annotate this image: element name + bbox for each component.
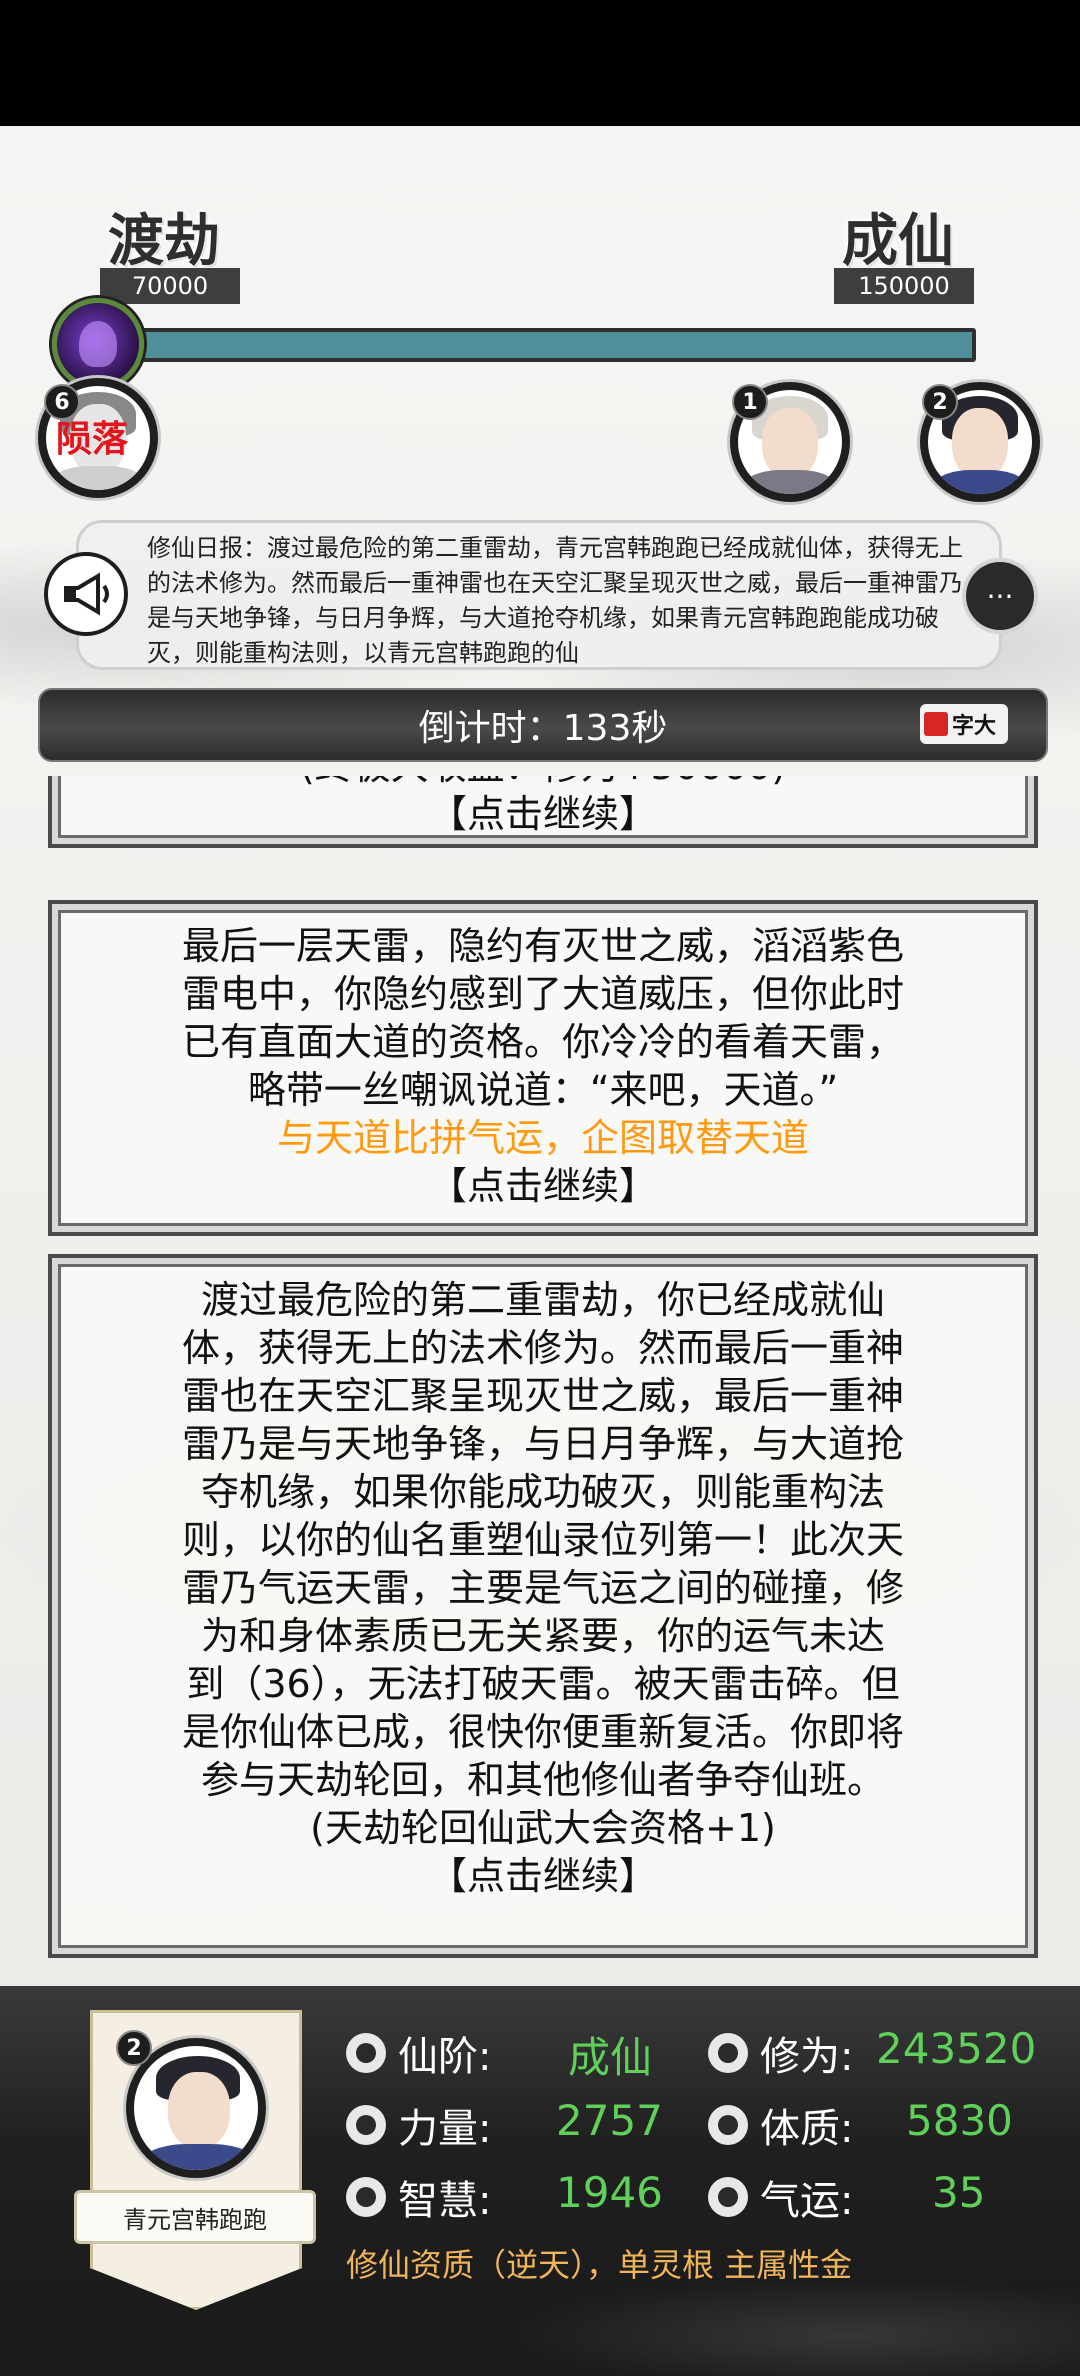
countdown-label: 倒计时：133秒 (418, 708, 668, 749)
fist-icon (346, 2105, 386, 2145)
countdown-bar: 倒计时：133秒 (38, 688, 1048, 762)
card-line: 体，获得无上的法术修为。然而最后一重神 (181, 1326, 904, 1370)
stat-physique-label: 体质: (760, 2106, 854, 2152)
card-line: 为和身体素质已无关紧要，你的运气未达 (200, 1614, 885, 1658)
stat-luck-value: 35 (932, 2168, 986, 2217)
font-size-toggle[interactable]: 字大 (920, 704, 1008, 744)
stat-physique: 体质: (708, 2096, 853, 2154)
stat-physique-value: 5830 (906, 2096, 1013, 2145)
aptitude-text: 修仙资质（逆天），单灵根 主属性金 (346, 2246, 853, 2284)
stat-realm-label: 仙阶: (398, 2034, 492, 2080)
stat-wisdom-value: 1946 (556, 2168, 663, 2217)
continue-link[interactable]: 【点击继续】 (88, 1162, 998, 1210)
card-line: 雷也在天空汇聚呈现灭世之威，最后一重神 (181, 1374, 904, 1418)
body-icon (708, 2105, 748, 2145)
card-line: 雷乃是与天地争锋，与日月争辉，与大道抢 (181, 1422, 904, 1466)
card-highlight-line: 与天道比拼气运，企图取替天道 (276, 1116, 809, 1160)
card-line: (终极大收益：修为+50000) (88, 776, 998, 790)
card-line: 到（36），无法打破天雷。被天雷击碎。但 (186, 1662, 900, 1706)
cultivation-news-box: 修仙日报：渡过最危险的第二重雷劫，青元宫韩跑跑已经成就仙体，获得无上的法术修为。… (76, 520, 1002, 670)
stat-luck-label: 气运: (760, 2178, 854, 2224)
stat-cultivation-label: 修为: (760, 2034, 854, 2080)
clover-icon (708, 2177, 748, 2217)
stat-strength: 力量: (346, 2096, 491, 2154)
stat-strength-label: 力量: (398, 2106, 492, 2152)
card-line: 参与天劫轮回，和其他修仙者争夺仙班。 (200, 1758, 885, 1802)
card-line: 雷电中，你隐约感到了大道威压，但你此时 (181, 972, 904, 1016)
stat-realm: 仙阶: (346, 2024, 491, 2082)
card-line: 则，以你的仙名重塑仙录位列第一！此次天 (181, 1518, 904, 1562)
event-card[interactable]: (终极大收益：修为+50000) 【点击继续】 (48, 776, 1038, 848)
status-bar (0, 0, 1080, 126)
stat-wisdom-label: 智慧: (398, 2178, 492, 2224)
event-log-scroll[interactable]: (终极大收益：修为+50000) 【点击继续】 最后一层天雷，隐约有灭世之威，滔… (38, 776, 1048, 1976)
continue-link[interactable]: 【点击继续】 (88, 1852, 998, 1900)
rank-badge-1: 1 (732, 384, 768, 420)
card-line: 是你仙体已成，很快你便重新复活。你即将 (181, 1710, 904, 1754)
font-toggle-label: 字大 (952, 714, 997, 739)
card-line: 已有直面大道的资格。你冷冷的看着天雷， (181, 1020, 904, 1064)
stage-left-value: 70000 (100, 268, 240, 304)
hand-icon (346, 2177, 386, 2217)
event-card[interactable]: 最后一层天雷，隐约有灭世之威，滔滔紫色 雷电中，你隐约感到了大道威压，但你此时 … (48, 900, 1038, 1236)
continue-link[interactable]: 【点击继续】 (88, 790, 998, 838)
stat-realm-value: 成仙 (568, 2033, 653, 2082)
card-line: (天劫轮回仙武大会资格+1) (310, 1806, 776, 1850)
player-rank-badge: 2 (116, 2030, 152, 2066)
swirl-icon (708, 2033, 748, 2073)
player-name: 青元宫韩跑跑 (74, 2190, 316, 2244)
card-line: 夺机缘，如果你能成功破灭，则能重构法 (200, 1470, 885, 1514)
stage-right-label: 成仙 (842, 208, 954, 274)
stat-cultivation: 修为: (708, 2024, 853, 2082)
toggle-checkbox-icon (924, 712, 948, 736)
cultivation-progress-bar (120, 328, 976, 362)
card-line: 最后一层天雷，隐约有灭世之威，滔滔紫色 (181, 924, 904, 968)
chat-bubble-icon[interactable]: ··· (966, 562, 1034, 630)
stage-left-label: 渡劫 (108, 208, 220, 274)
stat-cultivation-value: 243520 (876, 2024, 1037, 2073)
card-line: 略带一丝嘲讽说道：“来吧，天道。” (247, 1068, 839, 1112)
news-text: 修仙日报：渡过最危险的第二重雷劫，青元宫韩跑跑已经成就仙体，获得无上的法术修为。… (147, 534, 963, 667)
player-progress-marker-icon (52, 298, 144, 390)
fallen-status-text: 陨落 (56, 419, 129, 460)
stage-right-value: 150000 (834, 268, 974, 304)
stat-luck: 气运: (708, 2168, 853, 2226)
stat-strength-value: 2757 (556, 2096, 663, 2145)
rank-badge-2: 2 (922, 384, 958, 420)
lotus-icon (346, 2033, 386, 2073)
megaphone-icon (44, 552, 128, 636)
event-card[interactable]: 渡过最危险的第二重雷劫，你已经成就仙 体，获得无上的法术修为。然而最后一重神 雷… (48, 1254, 1038, 1958)
stat-wisdom: 智慧: (346, 2168, 491, 2226)
card-line: 渡过最危险的第二重雷劫，你已经成就仙 (200, 1278, 885, 1322)
card-line: 雷乃气运天雷，主要是气运之间的碰撞，修 (181, 1566, 904, 1610)
